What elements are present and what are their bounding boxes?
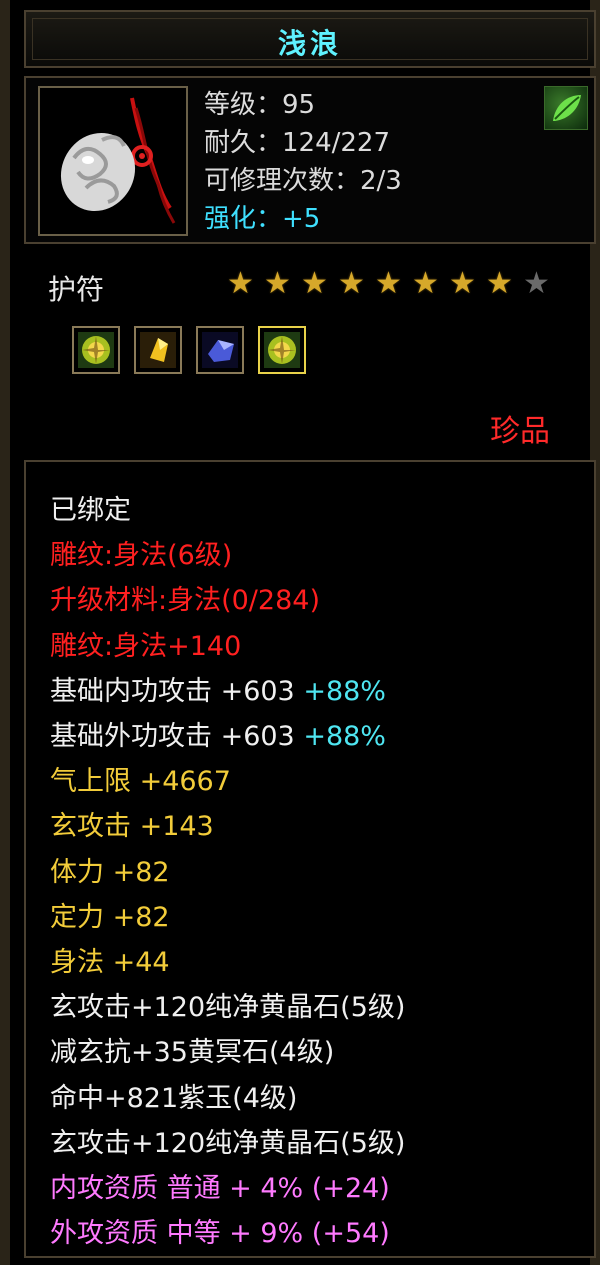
detail-line: 定力 +82 bbox=[50, 895, 594, 940]
detail-text: 外攻资质 中等 + 9% (+54) bbox=[50, 1218, 390, 1250]
detail-line: 玄攻击+120纯净黄晶石(5级) bbox=[50, 985, 594, 1030]
star-filled-icon: ★ bbox=[412, 266, 439, 301]
detail-line: 内攻资质 普通 + 4% (+24) bbox=[50, 1166, 594, 1211]
detail-text: 雕纹:身法+140 bbox=[50, 630, 242, 662]
tooltip-window: 浅浪 等级：95 耐久：124/227 可修理次数：2/3 强化：+5 护符 ★… bbox=[0, 0, 600, 1265]
item-category: 护符 bbox=[48, 273, 105, 306]
detail-line: 体力 +82 bbox=[50, 850, 594, 895]
detail-text: 已绑定 bbox=[50, 495, 131, 526]
title-bar: 浅浪 bbox=[24, 10, 596, 68]
jade-amulet-icon[interactable] bbox=[38, 86, 188, 236]
detail-line: 命中+821紫玉(4级) bbox=[50, 1076, 594, 1121]
detail-line: 外攻资质 中等 + 9% (+54) bbox=[50, 1211, 594, 1256]
yellow-gem-icon[interactable] bbox=[72, 326, 120, 374]
gem-art bbox=[202, 332, 238, 368]
rarity-label: 珍品 bbox=[490, 414, 550, 449]
star-filled-icon: ★ bbox=[264, 266, 291, 301]
detail-text: 玄攻击+120纯净黄晶石(5级) bbox=[50, 992, 406, 1024]
detail-text: 玄攻击+120纯净黄晶石(5级) bbox=[50, 1127, 406, 1159]
item-stats: 等级：95 耐久：124/227 可修理次数：2/3 强化：+5 bbox=[204, 86, 402, 238]
item-name: 浅浪 bbox=[277, 27, 342, 60]
item-level: 等级：95 bbox=[204, 90, 316, 120]
item-repair-count: 可修理次数：2/3 bbox=[204, 166, 402, 196]
detail-line: 玄攻击 +143 bbox=[50, 804, 594, 849]
detail-text: 身法 +44 bbox=[50, 947, 170, 979]
detail-text: 升级材料:身法(0/284) bbox=[50, 585, 320, 617]
gem-art bbox=[264, 332, 300, 368]
gem-art bbox=[78, 332, 114, 368]
green-leaf-icon bbox=[544, 86, 588, 130]
detail-text: 气上限 +4667 bbox=[50, 766, 231, 798]
detail-line: 玄攻击+120纯净黄晶石(5级) bbox=[50, 1121, 594, 1166]
detail-line: 雕纹:身法(6级) bbox=[50, 533, 594, 578]
star-filled-icon: ★ bbox=[449, 266, 476, 301]
detail-line: 基础外功攻击 +603 +88% bbox=[50, 714, 594, 759]
star-filled-icon: ★ bbox=[338, 266, 365, 301]
detail-text: 减玄抗+35黄冥石(4级) bbox=[50, 1037, 335, 1069]
detail-text: 命中+821紫玉(4级) bbox=[50, 1082, 298, 1114]
detail-text: 体力 +82 bbox=[50, 856, 170, 888]
item-details: 已绑定雕纹:身法(6级) 升级材料:身法(0/284) 雕纹:身法+140 基础内功攻… bbox=[24, 460, 596, 1258]
detail-line: 升级材料:身法(0/284) bbox=[50, 578, 594, 623]
detail-line: 雕纹:身法+140 bbox=[50, 624, 594, 669]
detail-text: 玄攻击 +143 bbox=[50, 811, 214, 843]
detail-line: 基础内功攻击 +603 +88% bbox=[50, 669, 594, 714]
gem-art bbox=[140, 332, 176, 368]
item-durability: 耐久：124/227 bbox=[204, 128, 391, 158]
yellow-gem-icon[interactable] bbox=[258, 326, 306, 374]
star-rating: ★ ★ ★ ★ ★ ★ ★ ★ ★ bbox=[222, 266, 555, 301]
star-filled-icon: ★ bbox=[375, 266, 402, 301]
detail-text: +88% bbox=[303, 675, 386, 707]
star-filled-icon: ★ bbox=[227, 266, 254, 301]
star-filled-icon: ★ bbox=[301, 266, 328, 301]
detail-line: 已绑定 bbox=[50, 488, 594, 533]
detail-text: 基础内功攻击 +603 bbox=[50, 675, 304, 707]
detail-line: 减玄抗+35黄冥石(4级) bbox=[50, 1030, 594, 1075]
star-empty-icon: ★ bbox=[523, 266, 550, 301]
detail-text: 内攻资质 普通 + 4% (+24) bbox=[50, 1173, 390, 1205]
detail-text: 定力 +82 bbox=[50, 901, 170, 933]
gold-crystal-icon[interactable] bbox=[134, 326, 182, 374]
detail-text: 基础外功攻击 +603 bbox=[50, 721, 304, 753]
star-filled-icon: ★ bbox=[486, 266, 513, 301]
detail-text: +88% bbox=[303, 721, 386, 753]
detail-line: 气上限 +4667 bbox=[50, 759, 594, 804]
item-enhancement: 强化：+5 bbox=[204, 204, 321, 234]
detail-line: 身法 +44 bbox=[50, 940, 594, 985]
detail-text: 雕纹:身法(6级) bbox=[50, 540, 233, 572]
item-header: 等级：95 耐久：124/227 可修理次数：2/3 强化：+5 bbox=[24, 76, 596, 244]
blue-sapphire-icon[interactable] bbox=[196, 326, 244, 374]
